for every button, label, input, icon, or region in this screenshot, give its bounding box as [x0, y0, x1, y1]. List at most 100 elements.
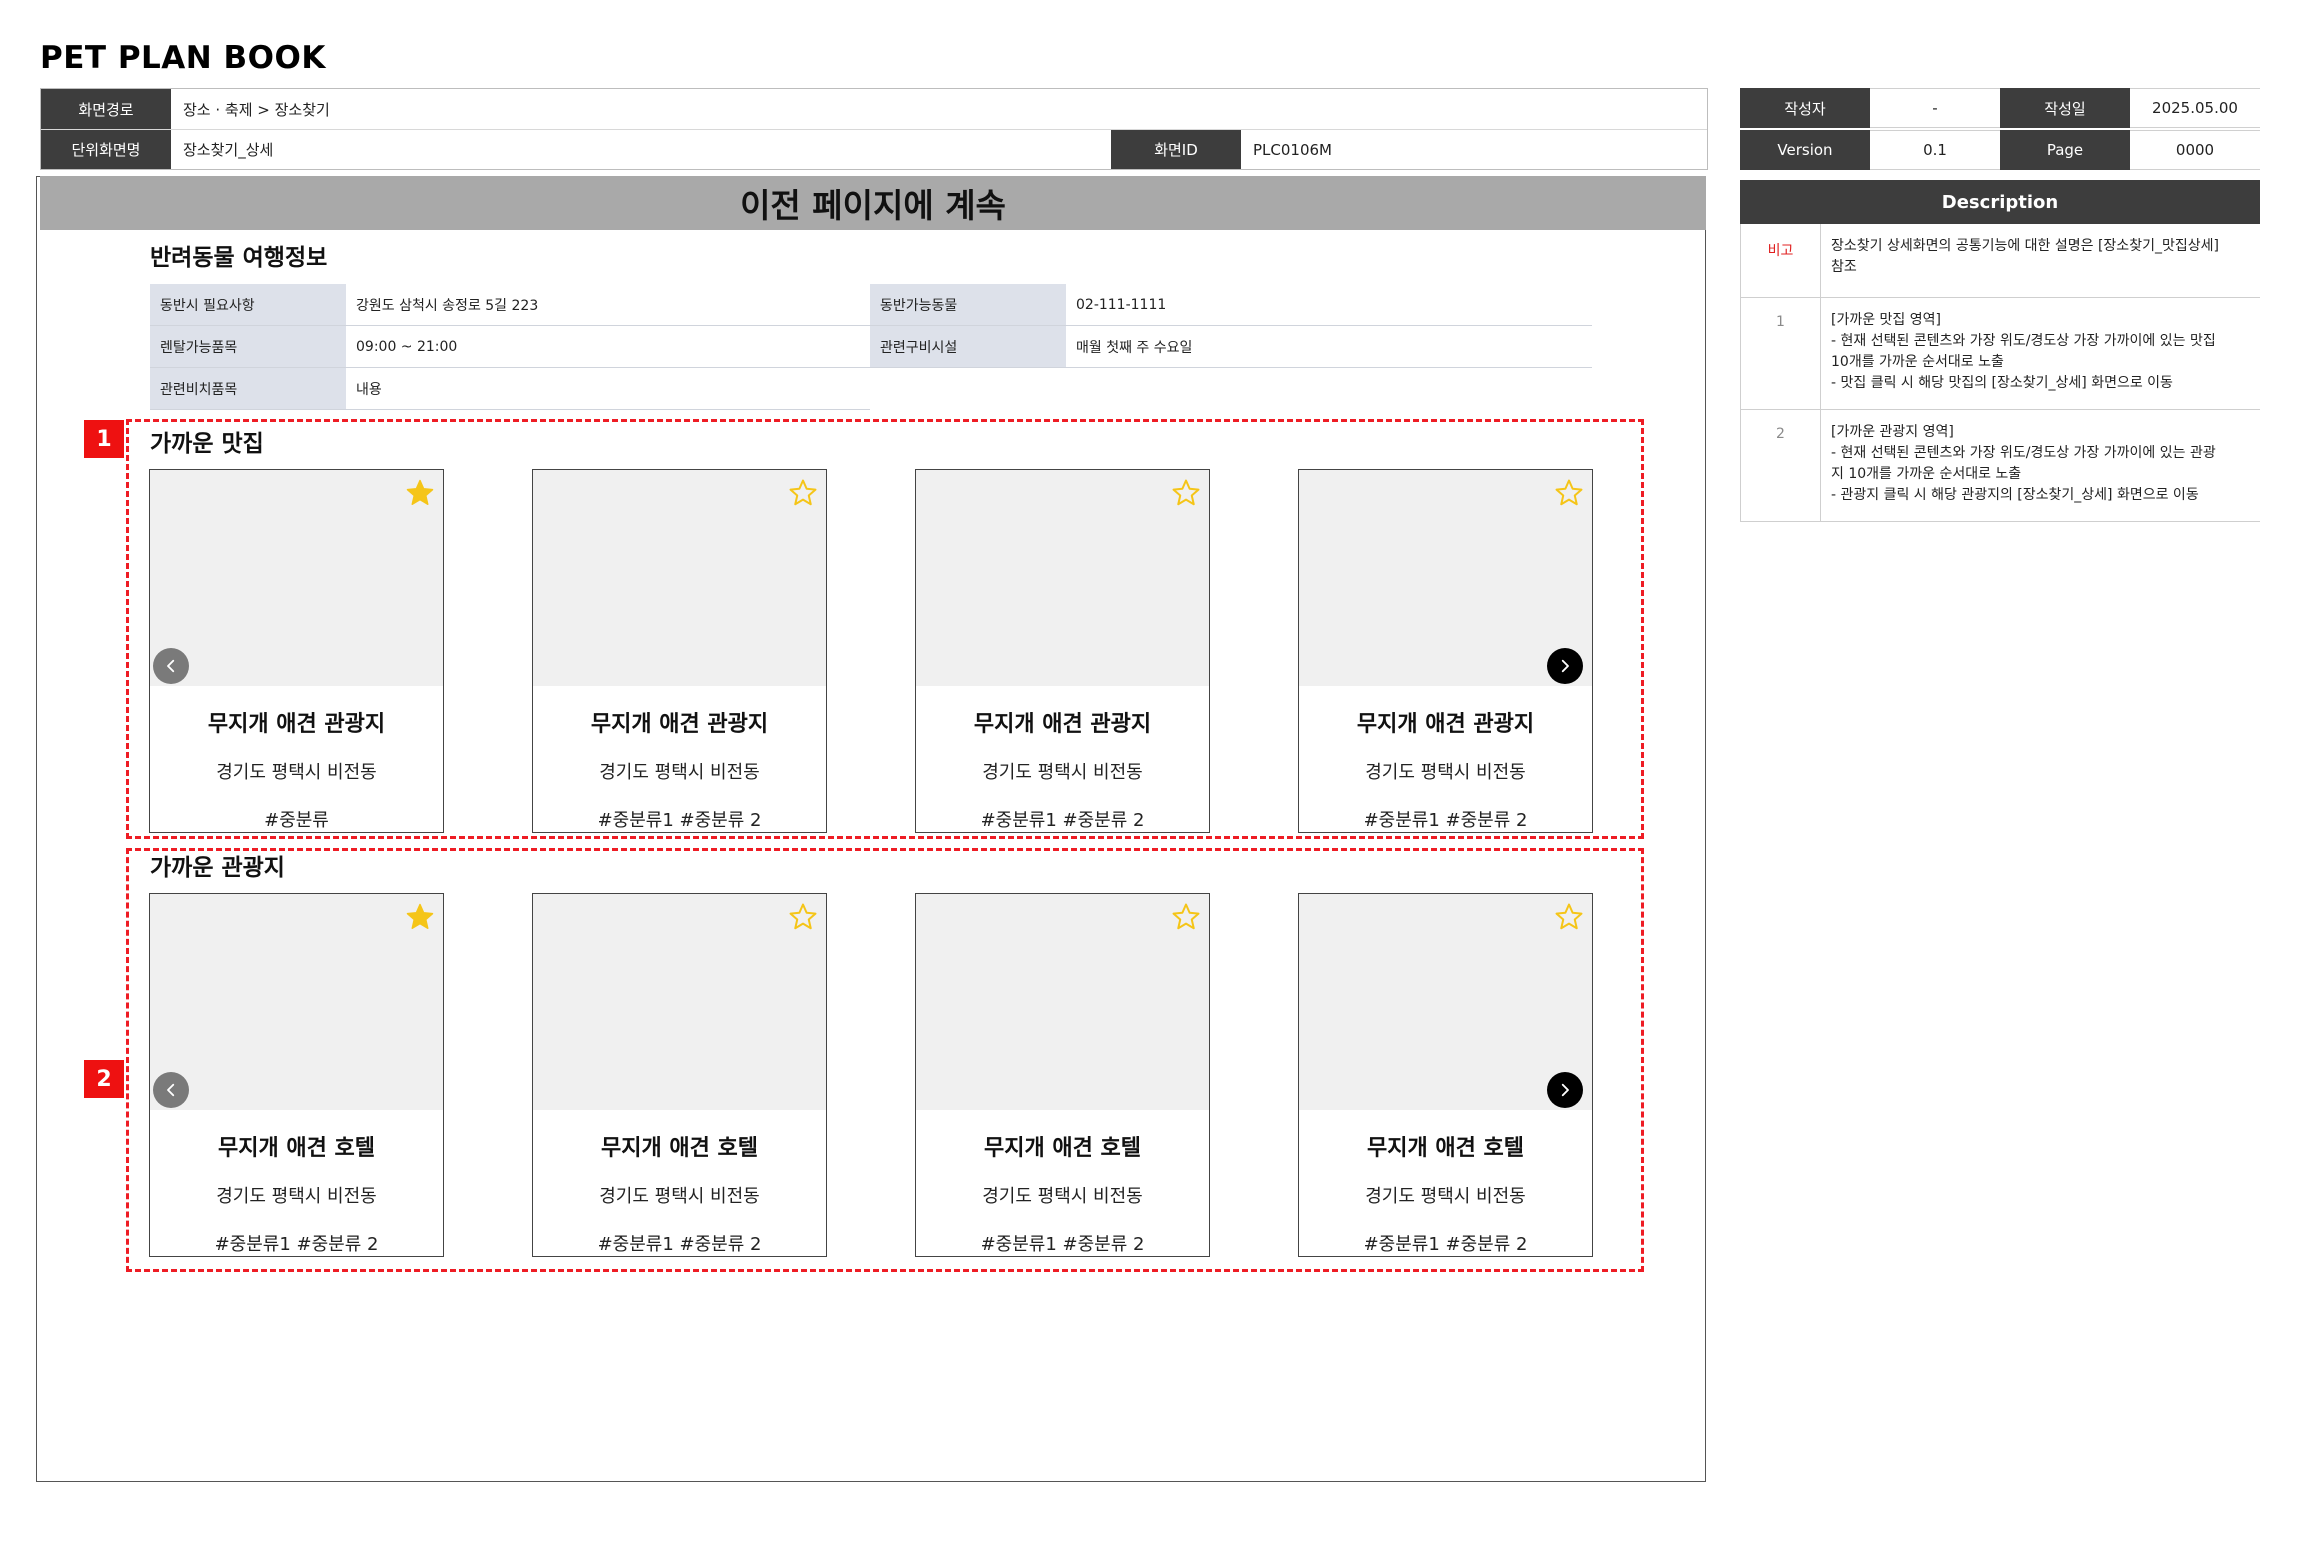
- carousel-next-button[interactable]: [1547, 648, 1583, 684]
- card-title: 무지개 애견 호텔: [601, 1136, 758, 1161]
- description-text: [가까운 맛집 영역] - 현재 선택된 콘텐츠와 가장 위도/경도상 가장 가…: [1831, 312, 2216, 391]
- meta-value-id: PLC0106M: [1253, 140, 1332, 159]
- star-icon[interactable]: [788, 902, 818, 932]
- pet-info-table: 동반시 필요사항 강원도 삼척시 송정로 5길 223 동반가능동물 02-11…: [150, 284, 1592, 410]
- restaurant-card[interactable]: 무지개 애견 관광지 경기도 평택시 비전동 #중분류1 #중분류 2: [532, 469, 827, 833]
- star-icon[interactable]: [1171, 902, 1201, 932]
- card-address: 경기도 평택시 비전동: [1365, 1186, 1526, 1207]
- info-value: 02-111-1111: [1076, 296, 1167, 313]
- meta-value-path: 장소 · 축제 > 장소찾기: [183, 100, 330, 119]
- description-text: 장소찾기 상세화면의 공통기능에 대한 설명은 [장소찾기_맛집상세] 참조: [1831, 238, 2219, 275]
- card-image: [1299, 470, 1592, 686]
- info-label: 관련구비시설: [870, 326, 1066, 367]
- page-label: Page: [2000, 130, 2130, 170]
- card-tags: #중분류1 #중분류 2: [980, 1234, 1145, 1255]
- carousel-prev-button[interactable]: [153, 1072, 189, 1108]
- author-value: -: [1870, 88, 2000, 128]
- info-row: 관련비치품목 내용: [150, 368, 870, 410]
- doc-meta-row-2: Version 0.1 Page 0000: [1740, 130, 2260, 170]
- info-label: 동반가능동물: [870, 284, 1066, 325]
- card-image: [533, 470, 826, 686]
- card-title: 무지개 애견 관광지: [1356, 712, 1535, 737]
- card-image: [916, 470, 1209, 686]
- attraction-card[interactable]: 무지개 애견 호텔 경기도 평택시 비전동 #중분류1 #중분류 2: [532, 893, 827, 1257]
- restaurant-card[interactable]: 무지개 애견 관광지 경기도 평택시 비전동 #중분류1 #중분류 2: [1298, 469, 1593, 833]
- annotation-badge-1: 1: [84, 420, 124, 458]
- card-image: [150, 470, 443, 686]
- card-address: 경기도 평택시 비전동: [216, 1186, 377, 1207]
- card-address: 경기도 평택시 비전동: [599, 762, 760, 783]
- card-address: 경기도 평택시 비전동: [599, 1186, 760, 1207]
- info-row: 동반시 필요사항 강원도 삼척시 송정로 5길 223 동반가능동물 02-11…: [150, 284, 1592, 326]
- version-value: 0.1: [1870, 130, 2000, 170]
- continued-banner: 이전 페이지에 계속: [40, 176, 1706, 230]
- meta-label-id: 화면ID: [1111, 130, 1241, 169]
- chevron-right-icon: [1561, 659, 1569, 673]
- attraction-card[interactable]: 무지개 애견 호텔 경기도 평택시 비전동 #중분류1 #중분류 2: [149, 893, 444, 1257]
- nearby-attractions-title: 가까운 관광지: [150, 855, 285, 881]
- card-title: 무지개 애견 관광지: [973, 712, 1152, 737]
- carousel-next-button[interactable]: [1547, 1072, 1583, 1108]
- info-row: 렌탈가능품목 09:00 ~ 21:00 관련구비시설 매월 첫째 주 수요일: [150, 326, 1592, 368]
- attraction-card[interactable]: 무지개 애견 호텔 경기도 평택시 비전동 #중분류1 #중분류 2: [1298, 893, 1593, 1257]
- description-row: 1 [가까운 맛집 영역] - 현재 선택된 콘텐츠와 가장 위도/경도상 가장…: [1740, 298, 2260, 410]
- card-address: 경기도 평택시 비전동: [216, 762, 377, 783]
- nearby-restaurants-title: 가까운 맛집: [150, 431, 264, 457]
- description-row: 2 [가까운 관광지 영역] - 현재 선택된 콘텐츠와 가장 위도/경도상 가…: [1740, 410, 2260, 522]
- card-tags: #중분류: [264, 810, 329, 831]
- pet-info-title: 반려동물 여행정보: [150, 245, 328, 271]
- card-image: [916, 894, 1209, 1110]
- card-tags: #중분류1 #중분류 2: [980, 810, 1145, 831]
- meta-row-unit: 단위화면명 장소찾기_상세 화면ID PLC0106M: [41, 129, 1707, 169]
- info-label: 관련비치품목: [150, 368, 346, 409]
- star-icon[interactable]: [1554, 478, 1584, 508]
- description-text: [가까운 관광지 영역] - 현재 선택된 콘텐츠와 가장 위도/경도상 가장 …: [1831, 424, 2216, 503]
- info-value: 09:00 ~ 21:00: [356, 338, 458, 355]
- page-value: 0000: [2130, 130, 2260, 170]
- star-icon[interactable]: [405, 478, 435, 508]
- attraction-card[interactable]: 무지개 애견 호텔 경기도 평택시 비전동 #중분류1 #중분류 2: [915, 893, 1210, 1257]
- star-icon[interactable]: [788, 478, 818, 508]
- meta-row-path: 화면경로 장소 · 축제 > 장소찾기: [41, 89, 1707, 129]
- card-address: 경기도 평택시 비전동: [982, 762, 1143, 783]
- star-icon[interactable]: [1171, 478, 1201, 508]
- brand-title: PET PLAN BOOK: [40, 40, 326, 76]
- doc-meta-row-1: 작성자 - 작성일 2025.05.00: [1740, 88, 2260, 128]
- info-label: 렌탈가능품목: [150, 326, 346, 367]
- card-image: [150, 894, 443, 1110]
- chevron-left-icon: [167, 659, 175, 673]
- card-address: 경기도 평택시 비전동: [1365, 762, 1526, 783]
- card-address: 경기도 평택시 비전동: [982, 1186, 1143, 1207]
- restaurant-card[interactable]: 무지개 애견 관광지 경기도 평택시 비전동 #중분류1 #중분류 2: [915, 469, 1210, 833]
- version-label: Version: [1740, 130, 1870, 170]
- chevron-right-icon: [1561, 1083, 1569, 1097]
- date-value: 2025.05.00: [2130, 88, 2260, 128]
- star-icon[interactable]: [405, 902, 435, 932]
- info-value: 매월 첫째 주 수요일: [1076, 339, 1193, 356]
- meta-label-path: 화면경로: [41, 89, 171, 129]
- description-key: 비고: [1741, 224, 1821, 297]
- date-label: 작성일: [2000, 88, 2130, 128]
- card-title: 무지개 애견 호텔: [984, 1136, 1141, 1161]
- card-tags: #중분류1 #중분류 2: [597, 1234, 762, 1255]
- card-tags: #중분류1 #중분류 2: [1363, 810, 1528, 831]
- info-value: 내용: [356, 381, 382, 398]
- description-row: 비고 장소찾기 상세화면의 공통기능에 대한 설명은 [장소찾기_맛집상세] 참…: [1740, 224, 2260, 298]
- meta-value-unit: 장소찾기_상세: [183, 141, 274, 159]
- star-icon[interactable]: [1554, 902, 1584, 932]
- info-value: 강원도 삼척시 송정로 5길 223: [356, 297, 539, 314]
- description-panel: Description 비고 장소찾기 상세화면의 공통기능에 대한 설명은 […: [1740, 180, 2260, 522]
- card-title: 무지개 애견 호텔: [1367, 1136, 1524, 1161]
- description-key: 1: [1741, 298, 1821, 409]
- restaurant-card[interactable]: 무지개 애견 관광지 경기도 평택시 비전동 #중분류: [149, 469, 444, 833]
- card-tags: #중분류1 #중분류 2: [1363, 1234, 1528, 1255]
- doc-meta-table: 작성자 - 작성일 2025.05.00 Version 0.1 Page 00…: [1740, 88, 2260, 170]
- card-title: 무지개 애견 관광지: [207, 712, 386, 737]
- description-header: Description: [1740, 180, 2260, 224]
- card-tags: #중분류1 #중분류 2: [597, 810, 762, 831]
- annotation-badge-2: 2: [84, 1060, 124, 1098]
- screen-meta-table: 화면경로 장소 · 축제 > 장소찾기 단위화면명 장소찾기_상세 화면ID P…: [40, 88, 1708, 170]
- author-label: 작성자: [1740, 88, 1870, 128]
- carousel-prev-button[interactable]: [153, 648, 189, 684]
- card-image: [1299, 894, 1592, 1110]
